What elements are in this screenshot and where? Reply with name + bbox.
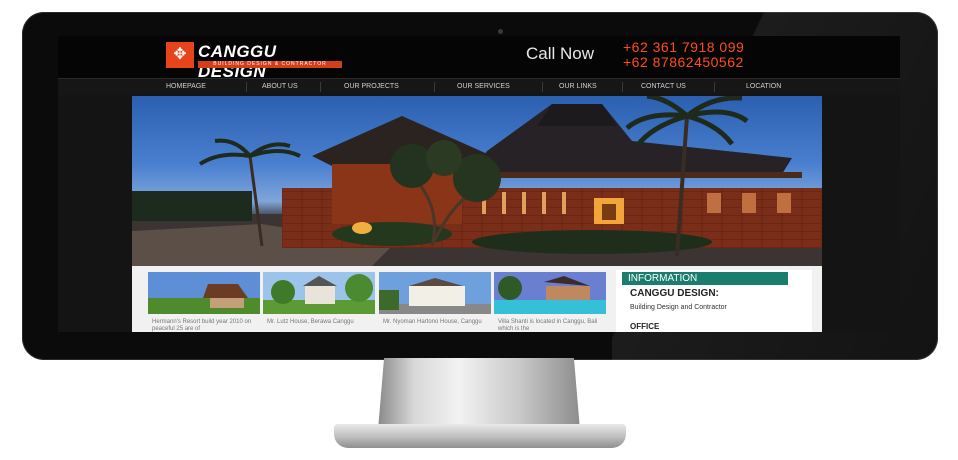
camera-icon (498, 29, 503, 34)
hero-photo (132, 96, 822, 266)
project-thumb-1[interactable] (148, 272, 260, 314)
house-photo-icon (263, 272, 375, 314)
phone-number-1[interactable]: +62 361 7918 099 (623, 39, 744, 55)
nav-divider (246, 82, 247, 92)
nav-item-our-projects[interactable]: OUR PROJECTS (344, 79, 399, 95)
information-description: Building Design and Contractor (630, 304, 727, 311)
house-photo-icon (379, 272, 491, 314)
project-thumb-3[interactable] (379, 272, 491, 314)
monitor-stand-base (334, 424, 626, 448)
phone-number-2[interactable]: +62 87862450562 (623, 54, 744, 70)
nav-item-homepage[interactable]: HOMEPAGE (166, 79, 206, 95)
project-thumb-2[interactable] (263, 272, 375, 314)
site-logo[interactable]: ✥ CANGGU DESIGN BUILDING DESIGN & CONTRA… (166, 42, 342, 81)
nav-item-about-us[interactable]: ABOUT US (262, 79, 298, 95)
project-thumb-4[interactable] (494, 272, 606, 314)
call-now-label: Call Now (526, 44, 595, 63)
nav-item-our-services[interactable]: OUR SERVICES (457, 79, 510, 95)
nav-item-our-links[interactable]: OUR LINKS (559, 79, 597, 95)
nav-item-location[interactable]: LOCATION (746, 79, 781, 95)
content-area: Hermann's Resort build year 2010 on peac… (132, 266, 822, 332)
project-caption-4: Villa Shanti is located in Canggu, Bali … (498, 319, 598, 332)
nav-divider (622, 82, 623, 92)
project-caption-2: Mr. Lutz House, Berawa Canggu (267, 319, 354, 325)
information-panel: INFORMATION CANGGU DESIGN: Building Desi… (616, 270, 812, 332)
information-office-heading: OFFICE (630, 322, 660, 331)
main-nav: HOMEPAGE ABOUT US OUR PROJECTS OUR SERVI… (58, 78, 900, 95)
villa-pool-photo-icon (494, 272, 606, 314)
site-header: ✥ CANGGU DESIGN BUILDING DESIGN & CONTRA… (58, 36, 900, 81)
nav-divider (714, 82, 715, 92)
nav-divider (434, 82, 435, 92)
hero-house-illustration (132, 96, 822, 266)
project-caption-3: Mr. Nyoman Hartono House, Canggu (383, 319, 482, 325)
logo-tagline: BUILDING DESIGN & CONTRACTOR (198, 61, 342, 68)
nav-item-contact-us[interactable]: CONTACT US (641, 79, 686, 95)
resort-photo-icon (148, 272, 260, 314)
project-caption-1: Hermann's Resort build year 2010 on peac… (152, 319, 252, 332)
nav-divider (542, 82, 543, 92)
information-title: INFORMATION (622, 272, 788, 285)
logo-mark-icon: ✥ (166, 42, 194, 68)
monitor-stand-neck (378, 358, 580, 430)
nav-divider (320, 82, 321, 92)
information-company-name: CANGGU DESIGN: (630, 288, 719, 299)
website-screen: ✥ CANGGU DESIGN BUILDING DESIGN & CONTRA… (58, 36, 900, 332)
